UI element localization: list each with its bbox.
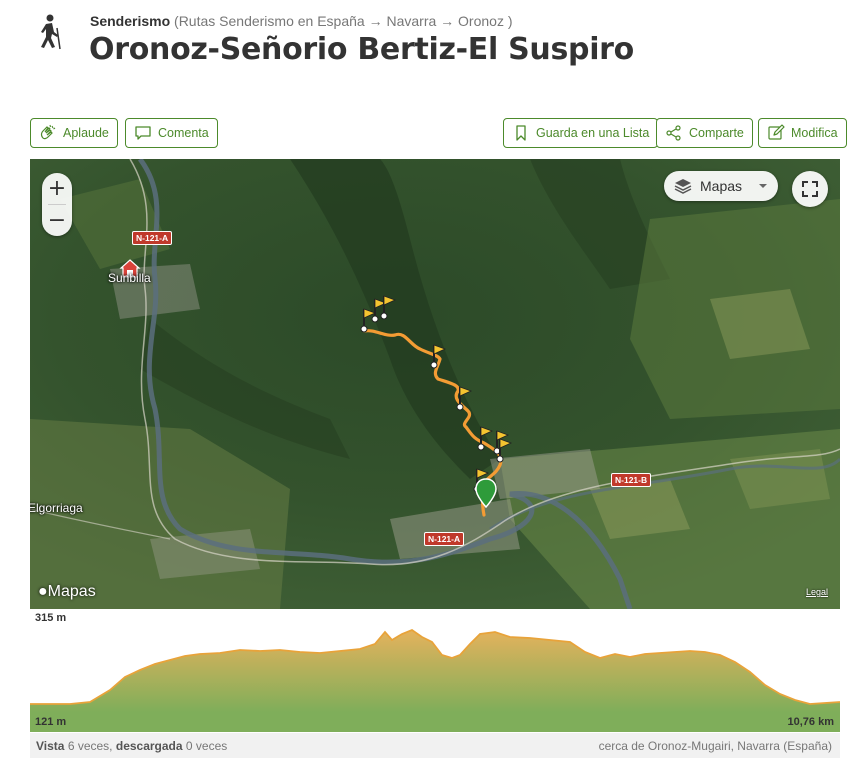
page-title: Oronoz-Señorio Bertiz-El Suspiro [89, 32, 634, 67]
map-type-label: Mapas [700, 178, 743, 194]
page-header: Senderismo (Rutas Senderismo en España →… [0, 0, 849, 100]
activity-category[interactable]: Senderismo [90, 13, 170, 29]
max-elevation: 315 m [35, 612, 67, 624]
attribution-label: Mapas [47, 583, 96, 600]
chevron-down-icon [759, 184, 767, 188]
apple-logo-icon: ● [38, 583, 48, 600]
applaud-label: Aplaude [63, 126, 109, 140]
fullscreen-button[interactable] [792, 171, 828, 207]
share-icon [666, 125, 681, 141]
downloads-label: descargada [115, 739, 183, 753]
hiker-icon [41, 14, 61, 50]
road-badge: N-121-A [132, 231, 173, 245]
edit-label: Modifica [791, 126, 838, 140]
road-badge: N-121-B [611, 473, 652, 487]
share-button[interactable]: Comparte [656, 118, 753, 148]
location-text: cerca de Oronoz-Mugairi, Navarra (España… [598, 739, 832, 753]
route-map[interactable]: Sunbilla Elgorriaga N-121-A N-121-B N-12… [30, 159, 840, 609]
view-stats: Vista 6 veces, descargada 0 veces [36, 739, 227, 753]
edit-icon [768, 124, 785, 140]
zoom-out-button[interactable]: − [42, 205, 72, 236]
share-label: Comparte [689, 126, 744, 140]
clapping-hands-icon [40, 124, 56, 140]
breadcrumb-path[interactable]: (Rutas Senderismo en España → Navarra → … [174, 13, 512, 29]
elevation-baseline [30, 712, 840, 732]
comment-icon [135, 126, 151, 140]
comment-label: Comenta [158, 126, 209, 140]
total-distance: 10,76 km [787, 716, 834, 728]
breadcrumb: Senderismo (Rutas Senderismo en España →… [90, 13, 513, 29]
downloads-value: 0 veces [185, 739, 228, 753]
layers-icon [674, 179, 692, 194]
legal-link[interactable]: Legal [806, 587, 828, 597]
fullscreen-icon [802, 181, 818, 197]
town-label-elgorriaga: Elgorriaga [30, 501, 83, 515]
min-elevation: 121 m [35, 716, 67, 728]
road-badge: N-121-A [424, 532, 465, 546]
bookmark-icon [516, 125, 526, 141]
views-value: 6 veces, [67, 739, 113, 753]
edit-button[interactable]: Modifica [758, 118, 847, 148]
save-to-list-label: Guarda en una Lista [536, 126, 650, 140]
map-attribution: ●Mapas [38, 583, 96, 601]
stats-bar: Vista 6 veces, descargada 0 veces cerca … [30, 733, 840, 758]
zoom-in-button[interactable]: + [42, 173, 72, 204]
town-label-sunbilla: Sunbilla [108, 271, 151, 285]
views-label: Vista [36, 739, 65, 753]
save-to-list-button[interactable]: Guarda en una Lista [503, 118, 659, 148]
elevation-chart [30, 628, 840, 732]
zoom-control: + − [42, 173, 72, 236]
elevation-profile[interactable]: 315 m 121 m 10,76 km [30, 610, 840, 732]
map-type-selector[interactable]: Mapas [664, 171, 778, 201]
elevation-area [30, 630, 840, 712]
comment-button[interactable]: Comenta [125, 118, 218, 148]
applaud-button[interactable]: Aplaude [30, 118, 118, 148]
